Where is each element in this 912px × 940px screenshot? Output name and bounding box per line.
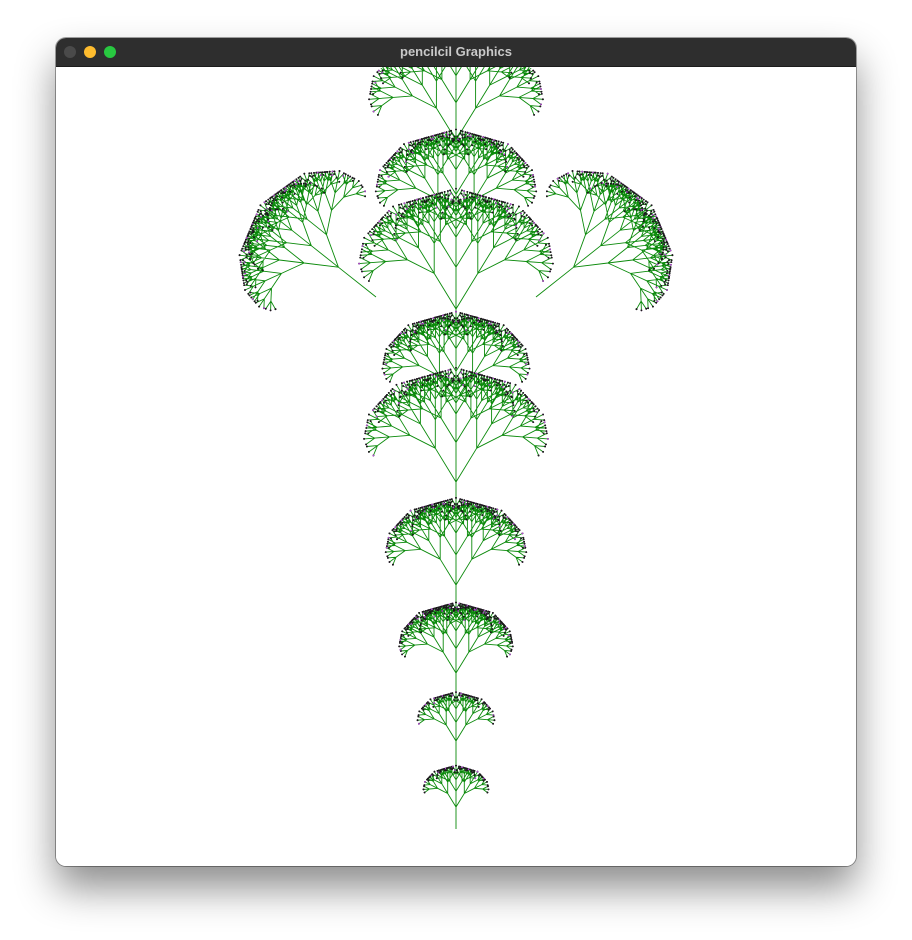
fractal-tree (238, 67, 674, 829)
graphics-canvas[interactable] (56, 67, 856, 866)
window-title: pencilcil Graphics (400, 44, 512, 59)
fractal-branches (239, 67, 673, 829)
app-window: pencilcil Graphics (56, 38, 856, 866)
title-bar[interactable]: pencilcil Graphics (56, 38, 856, 67)
